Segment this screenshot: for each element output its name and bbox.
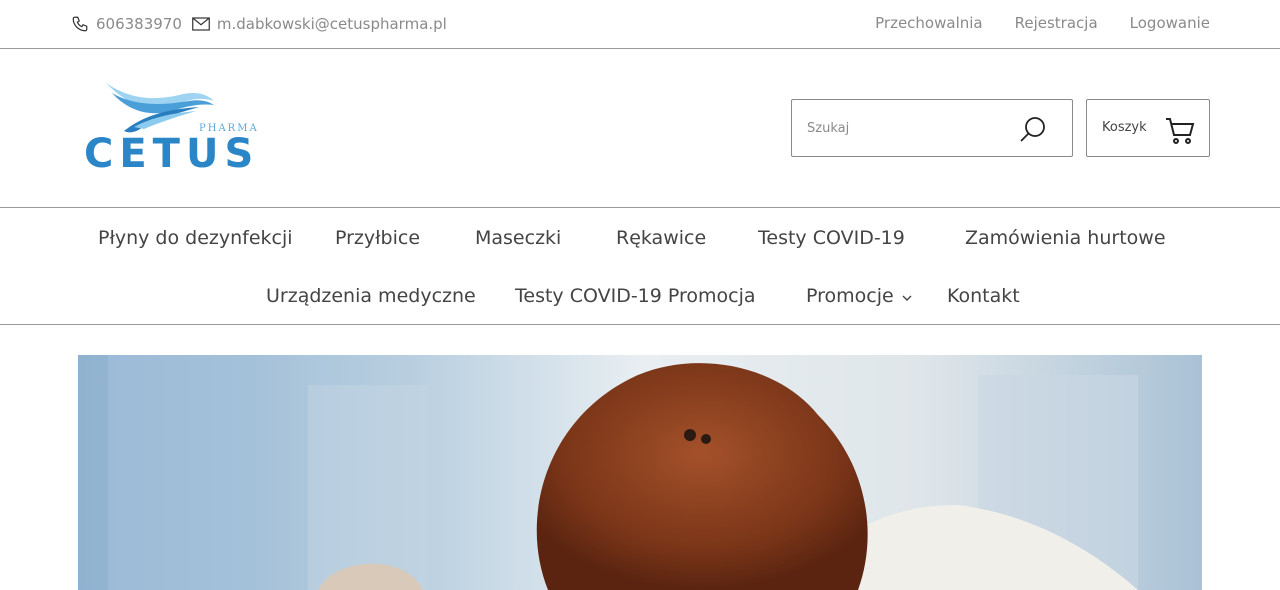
nav-item-masks[interactable]: Maseczki bbox=[475, 227, 561, 249]
hero-banner-image[interactable] bbox=[78, 355, 1202, 590]
envelope-icon bbox=[191, 14, 211, 34]
nav-item-promotions-label[interactable]: Promocje bbox=[806, 285, 894, 307]
register-link[interactable]: Rejestracja bbox=[1015, 14, 1098, 32]
phone-number[interactable]: 606383970 bbox=[96, 15, 182, 33]
top-bar: 606383970 m.dabkowski@cetuspharma.pl Prz… bbox=[0, 0, 1280, 49]
nav-item-medical-devices[interactable]: Urządzenia medyczne bbox=[266, 285, 476, 307]
logo-text: CETUS bbox=[84, 131, 260, 177]
nav-item-promotions[interactable]: Promocje bbox=[806, 285, 912, 307]
contact-info: 606383970 m.dabkowski@cetuspharma.pl bbox=[70, 14, 456, 34]
account-links: Przechowalnia Rejestracja Logowanie bbox=[843, 14, 1210, 32]
nav-item-wholesale[interactable]: Zamówienia hurtowe bbox=[965, 227, 1166, 249]
nav-item-gloves[interactable]: Rękawice bbox=[616, 227, 706, 249]
search-input[interactable] bbox=[792, 100, 1012, 156]
nav-item-covid-tests[interactable]: Testy COVID-19 bbox=[758, 227, 905, 249]
nav-item-face-shields[interactable]: Przyłbice bbox=[335, 227, 420, 249]
nav-item-covid-tests-promo[interactable]: Testy COVID-19 Promocja bbox=[515, 285, 756, 307]
nav-item-disinfectants[interactable]: Płyny do dezynfekcji bbox=[98, 227, 293, 249]
cetus-pharma-logo[interactable]: PHARMA CETUS bbox=[84, 79, 264, 179]
search-box bbox=[791, 99, 1073, 157]
storage-link[interactable]: Przechowalnia bbox=[875, 14, 982, 32]
chevron-down-icon[interactable] bbox=[902, 287, 912, 306]
cart-button[interactable]: Koszyk bbox=[1086, 99, 1210, 157]
site-header: PHARMA CETUS Koszyk bbox=[0, 49, 1280, 208]
phone-icon bbox=[70, 14, 90, 34]
cart-label: Koszyk bbox=[1102, 120, 1147, 135]
login-link[interactable]: Logowanie bbox=[1130, 14, 1210, 32]
cart-icon bbox=[1164, 114, 1196, 146]
email-address[interactable]: m.dabkowski@cetuspharma.pl bbox=[217, 15, 447, 33]
main-navigation: Płyny do dezynfekcji Przyłbice Maseczki … bbox=[0, 208, 1280, 325]
nav-item-contact[interactable]: Kontakt bbox=[947, 285, 1020, 307]
search-icon[interactable] bbox=[1018, 115, 1048, 145]
